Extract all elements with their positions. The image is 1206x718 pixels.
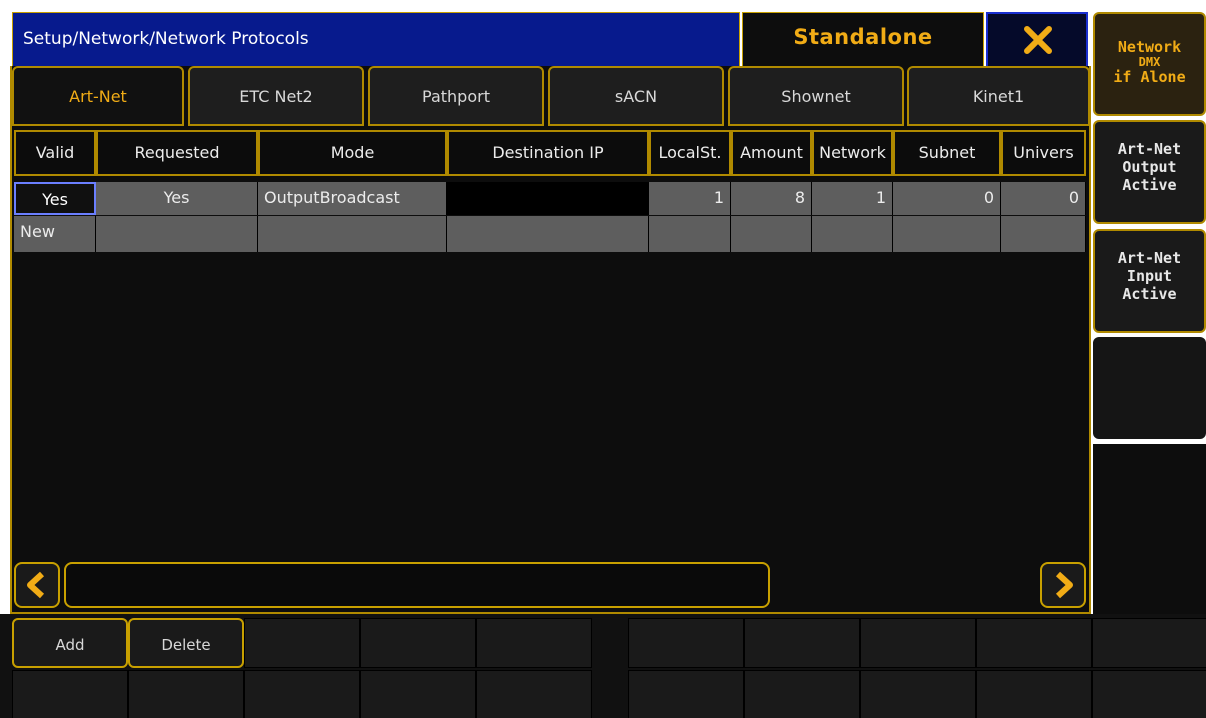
empty-button[interactable] <box>128 670 244 718</box>
tab-sacn[interactable]: sACN <box>548 66 724 126</box>
artnet-output-active-button[interactable]: Art-Net Output Active <box>1093 120 1206 224</box>
empty-button[interactable] <box>244 670 360 718</box>
empty-button[interactable] <box>476 670 592 718</box>
cell-network[interactable]: 1 <box>812 182 893 215</box>
col-header-destination-ip[interactable]: Destination IP <box>447 130 649 176</box>
empty-button[interactable] <box>360 618 476 668</box>
cell-amount[interactable] <box>731 216 812 252</box>
network-dmx-line2: DMX <box>1138 55 1161 69</box>
cell-subnet[interactable]: 0 <box>893 182 1001 215</box>
empty-button[interactable] <box>744 670 860 718</box>
empty-button[interactable] <box>360 670 476 718</box>
chevron-right-icon <box>1055 571 1073 599</box>
standalone-label: Standalone <box>793 25 933 49</box>
side-panel-empty <box>1093 444 1206 614</box>
cell-mode[interactable] <box>258 216 447 252</box>
col-header-requested[interactable]: Requested <box>96 130 258 176</box>
tab-kinet1[interactable]: Kinet1 <box>907 66 1090 126</box>
cell-subnet[interactable] <box>893 216 1001 252</box>
col-header-amount[interactable]: Amount <box>731 130 812 176</box>
cell-universe[interactable]: 0 <box>1001 182 1086 215</box>
cell-destination-ip[interactable] <box>447 182 649 215</box>
empty-button[interactable] <box>976 670 1092 718</box>
cell-valid[interactable]: Yes <box>14 182 96 215</box>
tab-art-net[interactable]: Art-Net <box>12 66 184 126</box>
empty-button[interactable] <box>860 670 976 718</box>
standalone-indicator[interactable]: Standalone <box>742 12 984 68</box>
horizontal-scrollbar[interactable] <box>14 560 1086 610</box>
empty-button[interactable] <box>1092 618 1206 668</box>
screen: Setup/Network/Network Protocols Standalo… <box>0 0 1206 718</box>
cell-localst[interactable]: 1 <box>649 182 731 215</box>
empty-button[interactable] <box>744 618 860 668</box>
network-dmx-line3: if Alone <box>1113 68 1186 86</box>
cell-localst[interactable] <box>649 216 731 252</box>
tab-etc-net2[interactable]: ETC Net2 <box>188 66 364 126</box>
empty-button[interactable] <box>628 670 744 718</box>
artnet-input-line2: Input <box>1126 267 1173 285</box>
bottom-button-bar: Add Delete <box>0 614 1206 718</box>
artnet-input-active-button[interactable]: Art-Net Input Active <box>1093 229 1206 333</box>
artnet-input-line1: Art-Net <box>1117 249 1182 267</box>
col-header-network[interactable]: Network <box>812 130 893 176</box>
chevron-left-icon <box>27 571 45 599</box>
col-header-universe[interactable]: Univers <box>1001 130 1086 176</box>
empty-button[interactable] <box>244 618 360 668</box>
close-x-icon <box>1024 26 1052 54</box>
empty-button[interactable] <box>860 618 976 668</box>
cell-requested[interactable]: Yes <box>96 182 258 215</box>
cell-network[interactable] <box>812 216 893 252</box>
cell-requested[interactable] <box>96 216 258 252</box>
network-dmx-if-alone-button[interactable]: Network DMX if Alone <box>1093 12 1206 116</box>
table-header: Valid Requested Mode Destination IP Loca… <box>14 130 1086 176</box>
table-row[interactable]: New <box>14 216 1086 252</box>
col-header-subnet[interactable]: Subnet <box>893 130 1001 176</box>
cell-valid[interactable]: New <box>14 216 96 252</box>
scroll-right-button[interactable] <box>1040 562 1086 608</box>
empty-button[interactable] <box>628 618 744 668</box>
side-button-empty[interactable] <box>1093 337 1206 439</box>
table-row[interactable]: Yes Yes OutputBroadcast 1 8 1 0 0 <box>14 182 1086 215</box>
empty-button[interactable] <box>476 618 592 668</box>
scroll-thumb[interactable] <box>64 562 770 608</box>
protocol-tabs: Art-Net ETC Net2 Pathport sACN Shownet K… <box>12 66 1090 126</box>
breadcrumb: Setup/Network/Network Protocols <box>23 29 309 49</box>
artnet-output-line2: Output <box>1122 158 1177 176</box>
cell-universe[interactable] <box>1001 216 1086 252</box>
title-bar: Setup/Network/Network Protocols <box>12 12 740 68</box>
tab-pathport[interactable]: Pathport <box>368 66 544 126</box>
col-header-valid[interactable]: Valid <box>14 130 96 176</box>
cell-destination-ip[interactable] <box>447 216 649 252</box>
cell-amount[interactable]: 8 <box>731 182 812 215</box>
network-dmx-line1: Network <box>1117 38 1182 56</box>
empty-button[interactable] <box>12 670 128 718</box>
artnet-input-line3: Active <box>1122 285 1177 303</box>
col-header-mode[interactable]: Mode <box>258 130 447 176</box>
close-button[interactable] <box>986 12 1088 68</box>
delete-button[interactable]: Delete <box>128 618 244 668</box>
tab-shownet[interactable]: Shownet <box>728 66 904 126</box>
empty-button[interactable] <box>976 618 1092 668</box>
col-header-localst[interactable]: LocalSt. <box>649 130 731 176</box>
empty-button[interactable] <box>1092 670 1206 718</box>
cell-mode[interactable]: OutputBroadcast <box>258 182 447 215</box>
artnet-output-line3: Active <box>1122 176 1177 194</box>
artnet-output-line1: Art-Net <box>1117 140 1182 158</box>
add-button[interactable]: Add <box>12 618 128 668</box>
scroll-left-button[interactable] <box>14 562 60 608</box>
